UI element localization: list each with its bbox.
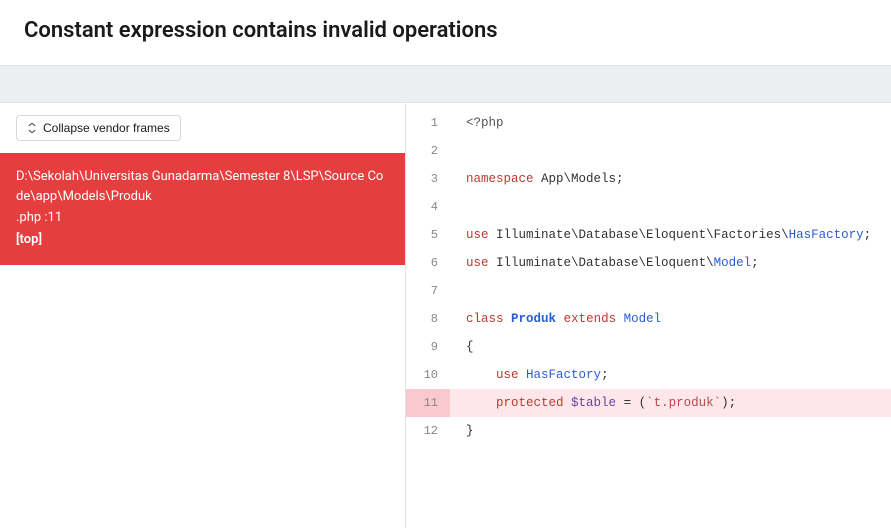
line-number: 8 bbox=[406, 305, 450, 333]
code-line: 7 bbox=[406, 277, 891, 305]
code-content: class Produk extends Model bbox=[450, 305, 891, 333]
code-line: 8class Produk extends Model bbox=[406, 305, 891, 333]
line-number: 4 bbox=[406, 193, 450, 221]
line-number: 1 bbox=[406, 109, 450, 137]
collapse-label: Collapse vendor frames bbox=[43, 121, 170, 135]
code-line: 2 bbox=[406, 137, 891, 165]
error-title: Constant expression contains invalid ope… bbox=[24, 18, 867, 43]
code-line: 9{ bbox=[406, 333, 891, 361]
code-line: 11 protected $table = (`t.produk`); bbox=[406, 389, 891, 417]
code-viewer: 1<?php23namespace App\Models;45use Illum… bbox=[406, 103, 891, 528]
line-number: 3 bbox=[406, 165, 450, 193]
collapse-row: Collapse vendor frames bbox=[0, 103, 405, 153]
line-number: 9 bbox=[406, 333, 450, 361]
line-number: 6 bbox=[406, 249, 450, 277]
error-header: Constant expression contains invalid ope… bbox=[0, 0, 891, 65]
code-content: use Illuminate\Database\Eloquent\Model; bbox=[450, 249, 891, 277]
code-content: use HasFactory; bbox=[450, 361, 891, 389]
main-panels: Collapse vendor frames D:\Sekolah\Univer… bbox=[0, 103, 891, 528]
line-number: 2 bbox=[406, 137, 450, 165]
code-line: 10 use HasFactory; bbox=[406, 361, 891, 389]
code-content: { bbox=[450, 333, 891, 361]
line-number: 10 bbox=[406, 361, 450, 389]
code-line: 5use Illuminate\Database\Eloquent\Factor… bbox=[406, 221, 891, 249]
code-content: <?php bbox=[450, 109, 891, 137]
code-line: 3namespace App\Models; bbox=[406, 165, 891, 193]
line-number: 5 bbox=[406, 221, 450, 249]
stack-frames-panel: Collapse vendor frames D:\Sekolah\Univer… bbox=[0, 103, 406, 528]
collapse-vendor-frames-button[interactable]: Collapse vendor frames bbox=[16, 115, 181, 141]
collapse-icon bbox=[27, 123, 37, 133]
frame-scope: [top] bbox=[16, 230, 389, 250]
active-stack-frame[interactable]: D:\Sekolah\Universitas Gunadarma\Semeste… bbox=[0, 153, 405, 265]
toolbar-band bbox=[0, 65, 891, 103]
code-line: 6use Illuminate\Database\Eloquent\Model; bbox=[406, 249, 891, 277]
frame-path: D:\Sekolah\Universitas Gunadarma\Semeste… bbox=[16, 167, 389, 206]
frame-ext-line: .php :11 bbox=[16, 208, 389, 228]
code-line: 12} bbox=[406, 417, 891, 445]
code-content: use Illuminate\Database\Eloquent\Factori… bbox=[450, 221, 891, 249]
line-number: 7 bbox=[406, 277, 450, 305]
line-number: 12 bbox=[406, 417, 450, 445]
code-content: namespace App\Models; bbox=[450, 165, 891, 193]
code-content: protected $table = (`t.produk`); bbox=[450, 389, 891, 417]
code-content: } bbox=[450, 417, 891, 445]
code-line: 1<?php bbox=[406, 109, 891, 137]
line-number: 11 bbox=[406, 389, 450, 417]
code-line: 4 bbox=[406, 193, 891, 221]
